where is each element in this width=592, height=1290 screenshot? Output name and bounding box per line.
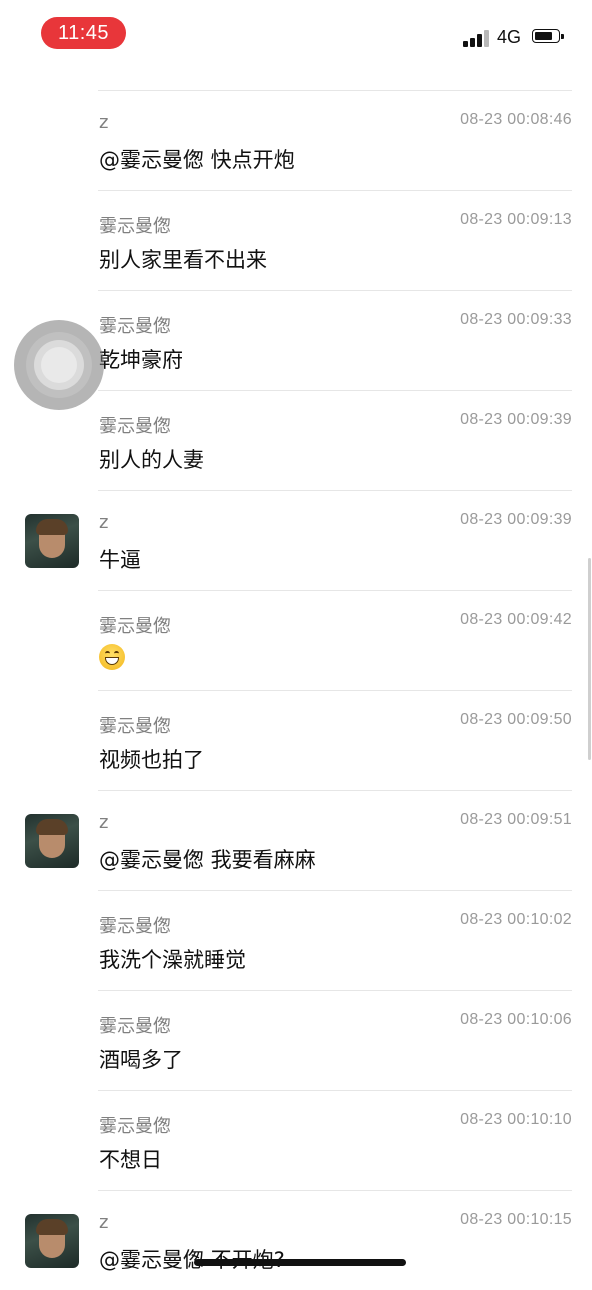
- avatar[interactable]: [25, 1214, 79, 1268]
- message-item[interactable]: z 08-23 00:08:46 @霎忈曼偬 快点开炮: [0, 90, 592, 190]
- message-time: 08-23 00:09:39: [460, 511, 572, 528]
- message-list[interactable]: z 08-23 00:08:46 @霎忈曼偬 快点开炮 霎忈曼偬 08-23 0…: [0, 0, 592, 1280]
- assistive-touch-button[interactable]: [14, 320, 104, 410]
- divider: [98, 990, 572, 991]
- divider: [98, 390, 572, 391]
- message-text: 酒喝多了: [99, 1048, 183, 1072]
- sender-name: 霎忈曼偬: [99, 1116, 171, 1137]
- message-item[interactable]: 霎忈曼偬 08-23 00:10:06 酒喝多了: [0, 990, 592, 1090]
- message-time: 08-23 00:10:02: [460, 911, 572, 928]
- message-text: [99, 644, 125, 670]
- divider: [98, 590, 572, 591]
- home-indicator[interactable]: [194, 1259, 406, 1266]
- message-item[interactable]: 霎忈曼偬 08-23 00:10:10 不想日: [0, 1090, 592, 1190]
- divider: [98, 690, 572, 691]
- message-text: 别人家里看不出来: [99, 248, 267, 272]
- sender-name: 霎忈曼偬: [99, 416, 171, 437]
- message-time: 08-23 00:09:39: [460, 411, 572, 428]
- sender-name: z: [99, 112, 109, 133]
- message-time: 08-23 00:09:42: [460, 611, 572, 628]
- sender-name: 霎忈曼偬: [99, 1016, 171, 1037]
- message-item[interactable]: 霎忈曼偬 08-23 00:09:13 别人家里看不出来: [0, 190, 592, 290]
- divider: [98, 1190, 572, 1191]
- divider: [98, 490, 572, 491]
- message-time: 08-23 00:09:50: [460, 711, 572, 728]
- message-time: 08-23 00:10:15: [460, 1211, 572, 1228]
- scrollbar[interactable]: [588, 558, 591, 760]
- divider: [98, 790, 572, 791]
- divider: [98, 190, 572, 191]
- message-time: 08-23 00:09:33: [460, 311, 572, 328]
- message-text: @霎忈曼偬 我要看麻麻: [99, 848, 316, 872]
- message-time: 08-23 00:10:06: [460, 1011, 572, 1028]
- message-text: 牛逼: [99, 548, 141, 572]
- message-time: 08-23 00:10:10: [460, 1111, 572, 1128]
- grinning-face-emoji-icon: [99, 644, 125, 670]
- message-text: 别人的人妻: [99, 448, 204, 472]
- sender-name: z: [99, 512, 109, 533]
- sender-name: 霎忈曼偬: [99, 716, 171, 737]
- message-item[interactable]: 霎忈曼偬 08-23 00:09:42: [0, 590, 592, 690]
- message-text: 不想日: [99, 1148, 162, 1172]
- message-time: 08-23 00:08:46: [460, 111, 572, 128]
- sender-name: 霎忈曼偬: [99, 316, 171, 337]
- sender-name: z: [99, 812, 109, 833]
- message-time: 08-23 00:09:13: [460, 211, 572, 228]
- message-item[interactable]: 霎忈曼偬 08-23 00:09:39 别人的人妻: [0, 390, 592, 490]
- message-text: 乾坤豪府: [99, 348, 183, 372]
- message-item[interactable]: z 08-23 00:09:51 @霎忈曼偬 我要看麻麻: [0, 790, 592, 890]
- avatar[interactable]: [25, 814, 79, 868]
- avatar[interactable]: [25, 514, 79, 568]
- message-text: 我洗个澡就睡觉: [99, 948, 246, 972]
- sender-name: 霎忈曼偬: [99, 616, 171, 637]
- sender-name: z: [99, 1212, 109, 1233]
- divider: [98, 1090, 572, 1091]
- sender-name: 霎忈曼偬: [99, 216, 171, 237]
- message-text: @霎忈曼偬 快点开炮: [99, 148, 295, 172]
- message-text: 视频也拍了: [99, 748, 204, 772]
- divider: [98, 290, 572, 291]
- divider: [98, 890, 572, 891]
- message-item[interactable]: z 08-23 00:09:39 牛逼: [0, 490, 592, 590]
- message-time: 08-23 00:09:51: [460, 811, 572, 828]
- divider: [98, 90, 572, 91]
- sender-name: 霎忈曼偬: [99, 916, 171, 937]
- message-item[interactable]: 霎忈曼偬 08-23 00:09:50 视频也拍了: [0, 690, 592, 790]
- message-item[interactable]: z 08-23 00:10:15 @霎忈曼偬 不开炮?: [0, 1190, 592, 1290]
- message-item[interactable]: 霎忈曼偬 08-23 00:10:02 我洗个澡就睡觉: [0, 890, 592, 990]
